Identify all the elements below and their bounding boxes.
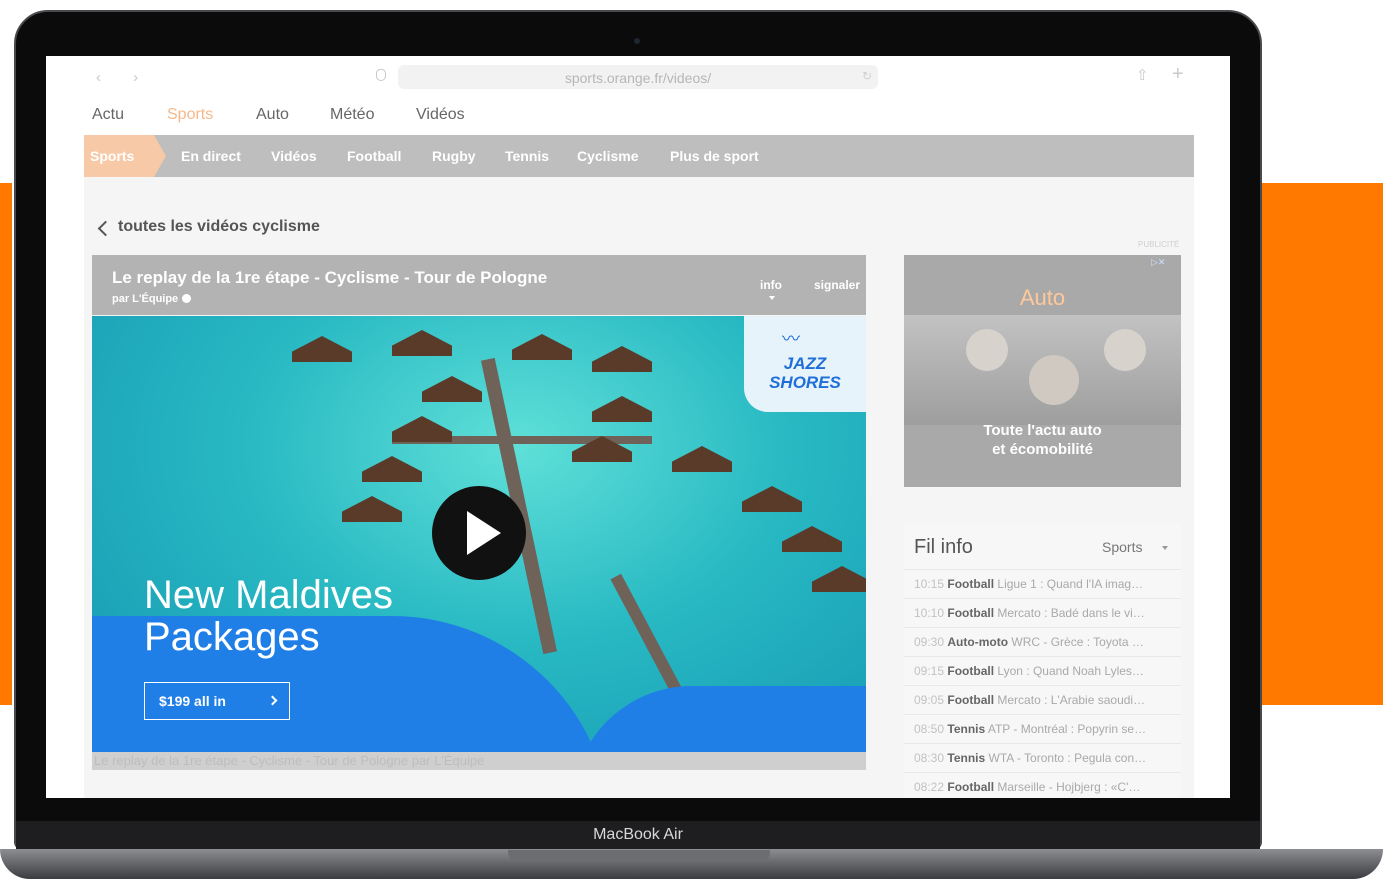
list-item-text: Marseille - Hojbjerg : «C'… [997,780,1141,794]
list-item-text: WRC - Grèce : Toyota … [1011,635,1144,649]
ad-headline: New Maldives Packages [144,573,393,659]
video-player[interactable]: New Maldives Packages $199 all in 〰 JAZZ… [92,316,866,752]
teddy-bear [1029,355,1079,405]
address-bar[interactable]: sports.orange.fr/videos/ [398,65,878,89]
publicite-label: PUBLICITÉ [1138,240,1180,249]
chevron-down-icon[interactable] [1162,546,1168,550]
ad-choices-icon[interactable]: ▷✕ [1151,257,1165,268]
top-nav-actu[interactable]: Actu [92,106,124,124]
child-figure [1104,329,1146,371]
ad-brand-logo: 〰 JAZZ SHORES [744,316,866,412]
list-item-time: 08:30 [914,751,945,765]
list-item-time: 10:10 [914,606,945,620]
reload-icon[interactable]: ↻ [862,69,872,83]
list-item-text: Lyon : Quand Noah Lyles… [997,664,1144,678]
play-button[interactable] [432,486,526,580]
share-icon[interactable]: ⇧ [1136,66,1149,84]
top-nav-videos[interactable]: Vidéos [416,106,465,124]
sidebar-ad[interactable]: ▷✕ Auto Toute l'actu auto et écomobilité [904,255,1181,487]
list-item-text: Ligue 1 : Quand l'IA imag… [997,577,1144,591]
new-tab-icon[interactable]: + [1172,63,1184,86]
list-item-category: Tennis [947,751,986,765]
list-item-text: WTA - Toronto : Pegula con… [988,751,1147,765]
list-item-category: Football [947,606,995,620]
list-item-time: 09:30 [914,635,945,649]
sidebar-ad-text: Toute l'actu auto et écomobilité [983,422,1102,458]
fil-info-list: 10:15 Football Ligue 1 : Quand l'IA imag… [904,569,1181,798]
list-item-text: Mercato : L'Arabie saoudi… [997,693,1146,707]
fil-info-panel: Fil info Sports 10:15 Football Ligue 1 :… [904,523,1181,798]
list-item[interactable]: 10:15 Football Ligue 1 : Quand l'IA imag… [904,569,1181,598]
list-item-category: Auto-moto [947,635,1009,649]
privacy-shield-icon[interactable] [376,69,386,81]
top-nav-auto[interactable]: Auto [256,106,289,124]
url-text: sports.orange.fr/videos/ [564,70,712,86]
list-item-text: Mercato : Badé dans le vi… [997,606,1145,620]
laptop-notch [508,850,770,862]
ad-cta-button[interactable]: $199 all in [144,682,290,720]
list-item-category: Football [947,577,995,591]
video-report-button[interactable]: signaler [814,278,860,292]
wave-icon: 〰 [782,329,800,349]
list-item-category: Tennis [947,722,986,736]
video-header: Le replay de la 1re étape - Cyclisme - T… [92,255,866,315]
subnav-football[interactable]: Football [347,148,401,164]
list-item[interactable]: 08:50 Tennis ATP - Montréal : Popyrin se… [904,714,1181,743]
ad-brand-name: JAZZ SHORES [769,354,841,392]
subnav-en-direct[interactable]: En direct [181,148,241,164]
subnav-plus-de-sport[interactable]: Plus de sport [670,148,759,164]
top-nav-sports[interactable]: Sports [167,106,213,124]
list-item-time: 09:05 [914,693,945,707]
list-item-time: 08:50 [914,722,945,736]
list-item-time: 10:15 [914,577,945,591]
subnav-chevron [154,135,166,177]
list-item-category: Football [947,693,995,707]
list-item[interactable]: 08:22 Football Marseille - Hojbjerg : «C… [904,772,1181,798]
child-figure [966,329,1008,371]
list-item-time: 08:22 [914,780,945,794]
list-item-category: Football [947,780,995,794]
chevron-right-icon [267,695,278,706]
subnav-videos[interactable]: Vidéos [271,148,317,164]
browser-screen: ‹ › sports.orange.fr/videos/ ↻ ⇧ + Actu … [46,56,1230,798]
list-item-time: 09:15 [914,664,945,678]
play-icon [467,511,501,555]
fil-info-filter[interactable]: Sports [1102,539,1142,555]
video-info-button[interactable]: info [760,278,782,292]
fil-info-title: Fil info [914,536,973,558]
top-nav-meteo[interactable]: Météo [330,106,374,124]
video-title: Le replay de la 1re étape - Cyclisme - T… [112,268,548,287]
list-item[interactable]: 08:30 Tennis WTA - Toronto : Pegula con… [904,743,1181,772]
back-to-cyclisme-link[interactable]: toutes les vidéos cyclisme [118,218,320,236]
camera-icon [634,38,640,44]
device-label: MacBook Air [593,826,683,843]
video-byline: par L'Équipe [112,293,192,305]
subnav-tennis[interactable]: Tennis [505,148,549,164]
subnav-home-sports[interactable]: Sports [84,135,154,177]
ad-cta-label: $199 all in [159,693,226,709]
byline-text: par L'Équipe [112,293,179,305]
list-item[interactable]: 09:15 Football Lyon : Quand Noah Lyles… [904,656,1181,685]
back-forward-arrows[interactable]: ‹ › [96,69,152,86]
list-item[interactable]: 10:10 Football Mercato : Badé dans le vi… [904,598,1181,627]
sports-subnav: Sports En direct Vidéos Football Rugby T… [84,135,1194,177]
sidebar-ad-title: Auto [1019,285,1066,310]
list-item[interactable]: 09:30 Auto-moto WRC - Grèce : Toyota … [904,627,1181,656]
list-item[interactable]: 09:05 Football Mercato : L'Arabie saoudi… [904,685,1181,714]
video-caption: Le replay de la 1re étape - Cyclisme - T… [92,752,866,770]
info-caret-icon [769,296,775,300]
orange-background-left [0,183,12,705]
verified-icon [182,294,192,303]
list-item-category: Football [947,664,995,678]
list-item-text: ATP - Montréal : Popyrin se… [987,722,1147,736]
subnav-cyclisme[interactable]: Cyclisme [577,148,638,164]
orange-background-right [1255,183,1383,705]
subnav-rugby[interactable]: Rugby [432,148,476,164]
